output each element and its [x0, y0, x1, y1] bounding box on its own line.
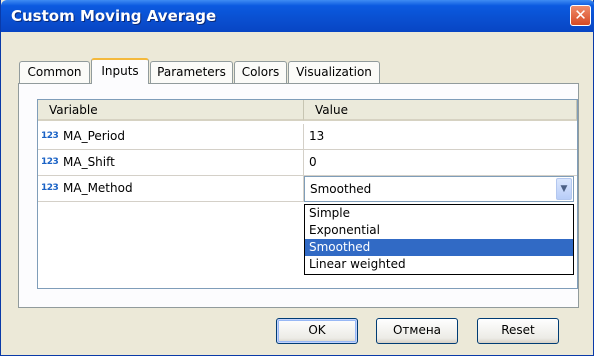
ok-button[interactable]: OK	[276, 318, 358, 344]
tab-visualization[interactable]: Visualization	[288, 61, 380, 83]
column-header-variable[interactable]: Variable	[38, 100, 304, 121]
chevron-down-icon[interactable]: ▼	[556, 178, 572, 200]
numeric-123-icon: 123	[41, 157, 59, 167]
dropdown-option-smoothed[interactable]: Smoothed	[305, 239, 573, 256]
tab-inputs[interactable]: Inputs	[91, 58, 149, 84]
cancel-button[interactable]: Отмена	[376, 318, 458, 344]
tab-common[interactable]: Common	[19, 61, 90, 83]
method-dropdown-list: Simple Exponential Smoothed Linear weigh…	[304, 204, 574, 275]
close-button[interactable]: ✕	[570, 5, 591, 26]
dropdown-option-simple[interactable]: Simple	[305, 205, 573, 222]
variable-name: MA_Method	[63, 181, 133, 195]
numeric-123-icon: 123	[41, 131, 59, 141]
variable-cell: 123 MA_Period	[38, 124, 304, 150]
inputs-grid: Variable Value 123 MA_Period 13 123 MA_S…	[37, 99, 578, 289]
table-row[interactable]: 123 MA_Shift 0	[38, 150, 577, 176]
combobox-value: Smoothed	[310, 182, 372, 196]
variable-name: MA_Period	[63, 129, 125, 143]
method-combobox[interactable]: Smoothed ▼	[304, 176, 574, 202]
dialog-window: Custom Moving Average ✕ Common Inputs Pa…	[0, 0, 594, 356]
numeric-123-icon: 123	[41, 183, 59, 193]
tab-colors[interactable]: Colors	[234, 61, 287, 83]
inputs-panel: Variable Value 123 MA_Period 13 123 MA_S…	[18, 83, 579, 308]
variable-cell: 123 MA_Shift	[38, 150, 304, 176]
dropdown-option-exponential[interactable]: Exponential	[305, 222, 573, 239]
table-row[interactable]: 123 MA_Method Smoothed ▼	[38, 176, 577, 202]
close-icon: ✕	[574, 6, 587, 24]
value-cell[interactable]: 13	[304, 124, 577, 150]
column-header-value[interactable]: Value	[304, 100, 577, 121]
variable-cell: 123 MA_Method	[38, 176, 304, 202]
dropdown-option-linear-weighted[interactable]: Linear weighted	[305, 256, 573, 273]
title-bar[interactable]: Custom Moving Average ✕	[1, 0, 594, 32]
table-row[interactable]: 123 MA_Period 13	[38, 124, 577, 150]
reset-button[interactable]: Reset	[477, 318, 559, 344]
variable-name: MA_Shift	[63, 155, 115, 169]
window-title: Custom Moving Average	[11, 7, 217, 25]
tab-parameters[interactable]: Parameters	[150, 61, 233, 83]
value-cell[interactable]: 0	[304, 150, 577, 176]
